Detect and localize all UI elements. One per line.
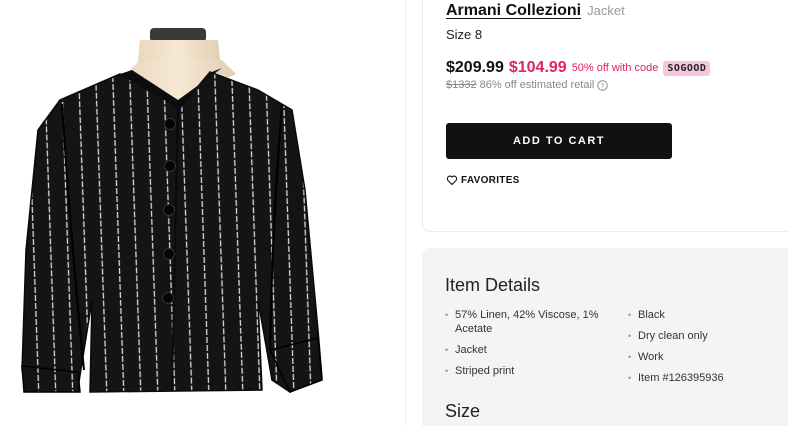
product-size: Size 8: [446, 27, 483, 42]
favorites-button[interactable]: FAVORITES: [446, 174, 520, 186]
svg-text:?: ?: [601, 81, 605, 90]
info-icon[interactable]: ?: [597, 79, 609, 91]
product-image[interactable]: [0, 0, 405, 426]
retail-row: $1332 86% off estimated retail ?: [446, 79, 609, 91]
buy-box: Armani Collezioni Jacket Size 8 $209.99 $…: [422, 0, 788, 232]
retail-discount-label: 86% off estimated retail: [479, 79, 595, 91]
detail-item: Striped print: [445, 364, 605, 378]
details-list-left: 57% Linen, 42% Viscose, 1% Acetate Jacke…: [445, 308, 605, 385]
brand-link[interactable]: Armani Collezioni: [446, 2, 581, 19]
item-details-panel: Item Details 57% Linen, 42% Viscose, 1% …: [422, 248, 788, 426]
promo-code-badge: SOGOOD: [663, 60, 711, 76]
detail-item: Dry clean only: [628, 329, 778, 343]
brand-row: Armani Collezioni Jacket: [446, 2, 625, 20]
product-category: Jacket: [587, 3, 625, 18]
detail-item: Item #126395936: [628, 371, 778, 385]
heart-icon: [446, 175, 458, 186]
detail-item: Work: [628, 350, 778, 364]
detail-item: 57% Linen, 42% Viscose, 1% Acetate: [445, 308, 605, 336]
detail-item: Black: [628, 308, 778, 322]
favorites-label: FAVORITES: [461, 174, 520, 186]
add-to-cart-button[interactable]: ADD TO CART: [446, 123, 672, 159]
details-list-right: Black Dry clean only Work Item #12639593…: [628, 308, 778, 392]
size-heading: Size: [445, 401, 481, 421]
jacket-photo: [21, 28, 323, 393]
retail-price: $1332: [446, 79, 477, 91]
detail-item: Jacket: [445, 343, 605, 357]
price-row: $209.99 $104.99 50% off with code SOGOOD: [446, 59, 711, 77]
pane-divider: [405, 0, 406, 426]
price-sale: $104.99: [508, 59, 567, 76]
item-details-title: Item Details: [445, 275, 541, 295]
price-original: $209.99: [446, 59, 504, 76]
promo-text: 50% off with code: [571, 62, 659, 74]
